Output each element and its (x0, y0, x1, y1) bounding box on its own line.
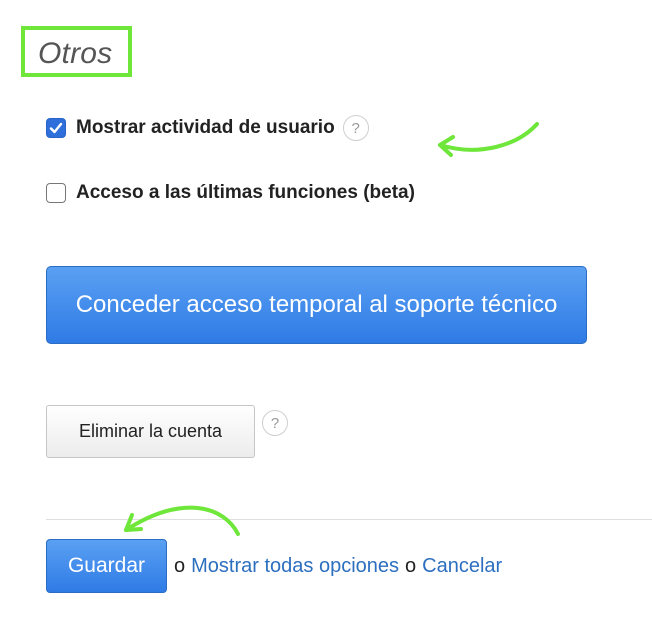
beta-features-checkbox[interactable] (46, 183, 66, 203)
help-icon[interactable]: ? (342, 115, 369, 141)
separator-text: o (174, 554, 186, 577)
section-title: Otros (38, 37, 113, 70)
annotation-arrow-icon (438, 122, 539, 157)
cancel-link[interactable]: Cancelar (422, 555, 502, 578)
check-icon (49, 122, 63, 134)
separator-text: o (405, 554, 417, 577)
option-show-user-activity[interactable]: Mostrar actividad de usuario ? (46, 115, 369, 141)
show-all-options-link[interactable]: Mostrar todas opciones (191, 555, 399, 578)
show-activity-label: Mostrar actividad de usuario (76, 117, 335, 138)
grant-support-access-button[interactable]: Conceder acceso temporal al soporte técn… (46, 266, 587, 344)
help-icon[interactable]: ? (262, 410, 288, 436)
option-beta-features[interactable]: Acceso a las últimas funciones (beta) (46, 182, 415, 204)
show-activity-checkbox[interactable] (46, 118, 66, 138)
delete-account-button[interactable]: Eliminar la cuenta (46, 405, 255, 458)
beta-features-label: Acceso a las últimas funciones (beta) (76, 182, 415, 203)
annotation-arrow-icon (124, 505, 240, 536)
save-button[interactable]: Guardar (46, 539, 167, 593)
form-actions: Guardar o Mostrar todas opciones o Cance… (46, 539, 508, 593)
